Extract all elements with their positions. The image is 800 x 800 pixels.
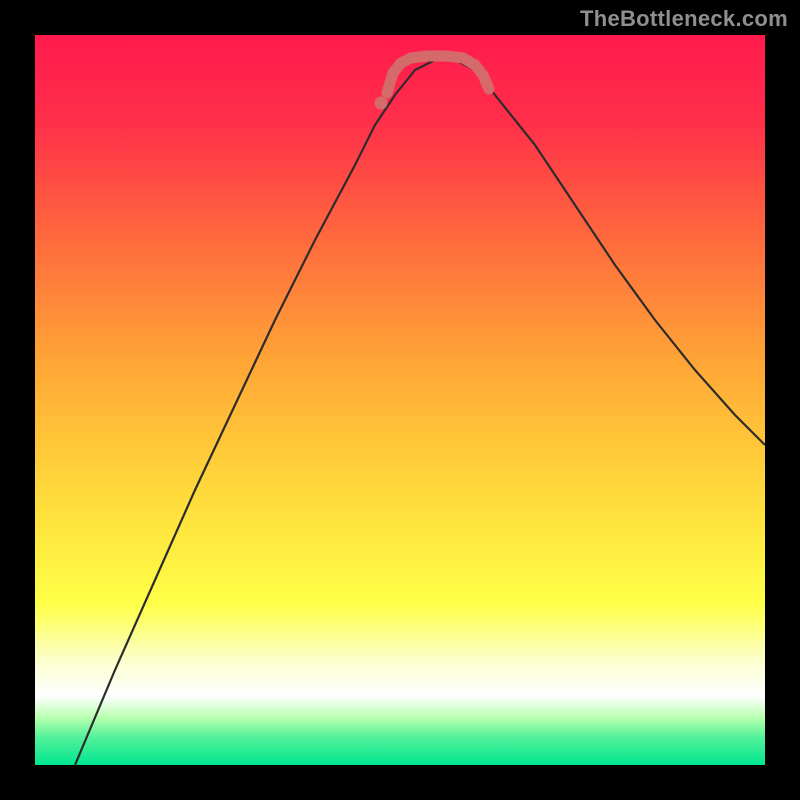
trough-dot <box>375 97 388 110</box>
v-curve <box>75 60 765 765</box>
watermark-text: TheBottleneck.com <box>580 6 788 32</box>
plot-area <box>35 35 765 765</box>
outer-frame: TheBottleneck.com <box>0 0 800 800</box>
chart-curves <box>35 35 765 765</box>
